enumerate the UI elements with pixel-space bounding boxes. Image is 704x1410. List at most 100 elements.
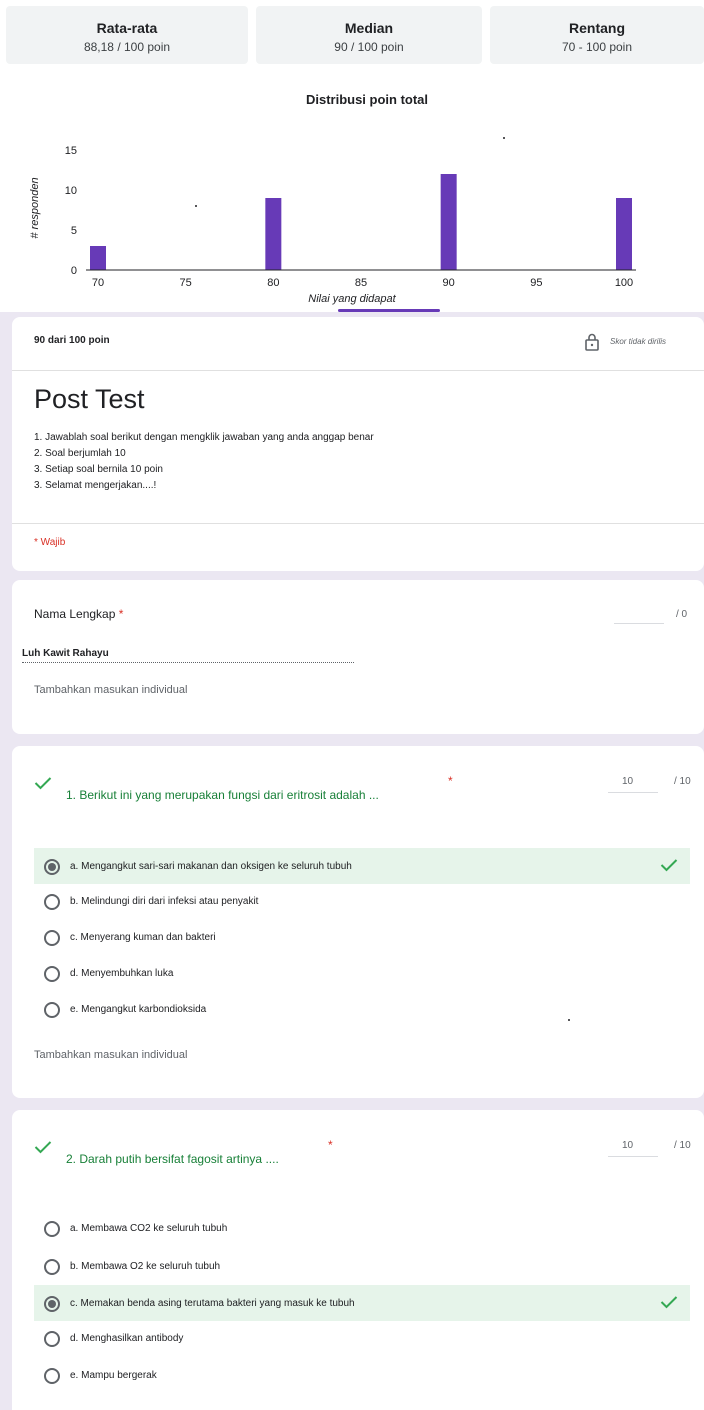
option-label: b. Melindungi diri dari infeksi atau pen… [70,896,259,907]
points-value: 10 [622,776,634,787]
check-icon [660,859,678,872]
stat-median: Median 90 / 100 poin [256,6,482,64]
add-feedback-link[interactable]: Tambahkan masukan individual [34,1049,187,1061]
points-input[interactable] [614,623,664,624]
radio-selected-icon[interactable] [44,859,60,875]
question-card-1: 1. Berikut ini yang merupakan fungsi dar… [12,746,704,1098]
option-row[interactable]: e. Mengangkut karbondioksida [34,991,704,1027]
option-label: a. Membawa CO2 ke seluruh tubuh [70,1223,228,1234]
name-question-card: Nama Lengkap * / 0 Tambahkan masukan ind… [12,580,704,734]
option-row[interactable]: b. Melindungi diri dari infeksi atau pen… [34,883,704,919]
x-tick-label: 75 [180,277,192,289]
bar-80 [265,198,282,270]
question-title: 1. Berikut ini yang merupakan fungsi dar… [66,788,379,802]
option-label: c. Memakan benda asing terutama bakteri … [70,1298,355,1309]
y-tick-label: 15 [65,145,77,157]
option-label: d. Menghasilkan antibody [70,1333,184,1344]
score-distribution-chart: Distribusi poin total 0 5 10 15 70 75 80 85 90 9… [29,92,636,305]
radio-icon[interactable] [44,1259,60,1275]
question-title: Nama Lengkap * [34,607,123,621]
bar-100 [616,198,632,270]
points-input[interactable] [608,1156,658,1157]
required-star: * [118,607,124,621]
y-tick-label: 0 [71,265,77,277]
radio-icon[interactable] [44,930,60,946]
radio-icon[interactable] [44,1368,60,1384]
stat-average: Rata-rata 88,18 / 100 poin [6,6,248,64]
x-tick-label: 70 [92,277,104,289]
bar-90 [440,174,457,270]
x-tick-label: 80 [267,277,279,289]
divider [12,523,704,524]
stat-value: 88,18 / 100 poin [83,40,171,54]
correct-check-icon [34,1141,52,1154]
speck [195,205,197,207]
instruction-line: 1. Jawablah soal berikut dengan mengklik… [34,432,374,443]
radio-icon[interactable] [44,1221,60,1237]
stat-label: Rentang [569,20,625,36]
option-label: b. Membawa O2 ke seluruh tubuh [70,1261,221,1272]
score-not-released-note: Skor tidak dirilis [610,337,667,346]
y-axis-label: # responden [29,177,41,238]
radio-icon[interactable] [44,1331,60,1347]
stat-value: 70 - 100 poin [561,40,633,54]
points-input[interactable] [608,792,658,793]
answer-underline [22,662,354,663]
bar-70 [90,246,106,270]
instruction-line: 2. Soal berjumlah 10 [34,448,126,459]
x-tick-label: 100 [615,277,633,289]
summary-panel: Rata-rata 88,18 / 100 poin Median 90 / 1… [0,0,704,312]
radio-icon[interactable] [44,966,60,982]
question-title: 2. Darah putih bersifat fagosit artinya … [66,1152,279,1166]
required-note: * Wajib [34,537,66,548]
option-label: a. Mengangkut sari-sari makanan dan oksi… [70,861,352,872]
option-row[interactable]: c. Memakan benda asing terutama bakteri … [34,1285,690,1321]
form-instructions: 1. Jawablah soal berikut dengan mengklik… [34,430,374,494]
instruction-line: 3. Setiap soal bernila 10 poin [34,464,163,475]
stat-range: Rentang 70 - 100 poin [490,6,704,64]
chart-title: Distribusi poin total [306,92,428,107]
required-star: * [448,774,453,788]
instruction-line: 3. Selamat mengerjakan....! [34,480,157,491]
form-header-card: 90 dari 100 poin Skor tidak dirilis Post… [12,317,704,571]
x-tick-label: 85 [355,277,367,289]
name-answer: Luh Kawit Rahayu [22,648,109,659]
radio-icon[interactable] [44,894,60,910]
lock-icon [585,333,599,351]
points-value: 10 [622,1140,634,1151]
radio-icon[interactable] [44,1002,60,1018]
speck [503,137,505,139]
total-points: 90 dari 100 poin [34,335,110,346]
required-star: * [328,1138,333,1152]
points-total: / 10 [674,776,691,787]
tab-underline [338,309,440,312]
question-title-text: Nama Lengkap [34,607,116,621]
option-row[interactable]: e. Mampu bergerak [34,1357,704,1393]
option-row[interactable]: a. Membawa CO2 ke seluruh tubuh [34,1210,704,1246]
option-label: c. Menyerang kuman dan bakteri [70,932,216,943]
add-feedback-link[interactable]: Tambahkan masukan individual [34,684,187,696]
option-label: d. Menyembuhkan luka [70,968,174,979]
option-row[interactable]: d. Menyembuhkan luka [34,955,704,991]
radio-selected-icon[interactable] [44,1296,60,1312]
points-total: / 0 [676,609,688,620]
points-total: / 10 [674,1140,691,1151]
y-tick-label: 5 [71,225,77,237]
form-title: Post Test [34,384,145,414]
option-row[interactable]: b. Membawa O2 ke seluruh tubuh [34,1248,704,1284]
question-card-2: 2. Darah putih bersifat fagosit artinya … [12,1110,704,1410]
x-tick-label: 95 [530,277,542,289]
correct-check-icon [34,777,52,790]
x-axis-label: Nilai yang didapat [308,293,396,305]
option-row[interactable]: a. Mengangkut sari-sari makanan dan oksi… [34,848,690,884]
option-row[interactable]: d. Menghasilkan antibody [34,1320,704,1356]
speck [568,1019,570,1021]
stat-value: 90 / 100 poin [334,40,404,54]
x-tick-label: 90 [443,277,455,289]
option-label: e. Mampu bergerak [70,1370,157,1381]
stat-label: Median [344,20,394,36]
option-row[interactable]: c. Menyerang kuman dan bakteri [34,919,704,955]
option-label: e. Mengangkut karbondioksida [70,1004,207,1015]
stat-label: Rata-rata [96,20,158,36]
y-tick-label: 10 [65,185,77,197]
